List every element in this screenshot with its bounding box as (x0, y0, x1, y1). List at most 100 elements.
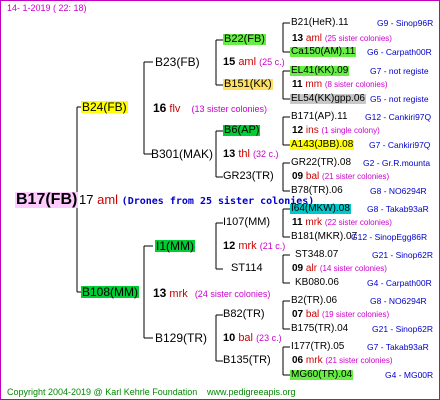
gen3-summary-2: 11 mm (8 sister colonies) (292, 80, 388, 90)
gen3-summary-5: 11 mrk (22 sister colonies) (292, 218, 392, 228)
gen4-queen-12: KB080.06 (295, 277, 339, 288)
gen2-note-2: (32 c.) (253, 149, 279, 159)
root-num: 17 (79, 192, 94, 207)
root-code: aml (97, 192, 119, 207)
gen3-code-2: mm (305, 79, 323, 90)
gen4-queen-14: B175(TR).04 (291, 323, 349, 334)
gen3-num-1: 13 (292, 33, 304, 44)
gen3-summary-6: 09 alr (14 sister colonies) (292, 264, 387, 274)
gen4-info-2: G6 - Carpath00R (367, 47, 432, 57)
gen4-queen-4: EL54(KK)gpp.06 (290, 93, 366, 104)
gen4-queen-13: B2(TR).06 (291, 295, 338, 306)
gen3-queen-2: B151(KK) (223, 78, 273, 90)
gen2-summary-3: 12 mrk (21 c.) (223, 241, 285, 252)
gen4-info-14: G21 - Sinop62R (372, 324, 433, 334)
gen3-code-7: bal (305, 309, 320, 320)
gen4-queen-5: B171(AP).11 (291, 111, 348, 122)
gen3-code-1: aml (305, 33, 323, 44)
gen2-num-2: 13 (223, 148, 236, 160)
gen4-info-16: G4 - MG00R (385, 370, 434, 380)
gen3-queen-5: I107(MM) (223, 216, 271, 228)
gen2-queen-2: B301(MAK) (151, 147, 214, 161)
gen1-sire-note: (13 sister colonies) (191, 104, 268, 114)
root-queen: B17(FB) (15, 191, 79, 208)
gen1-sire-summary: 16 flv (13 sister colonies) (153, 102, 267, 115)
gen1-dam-num: 13 (153, 286, 167, 300)
gen4-info-10: G12 - SinopEgg86R (351, 232, 428, 242)
gen4-info-4: G5 - not registe (370, 94, 429, 104)
gen3-num-3: 12 (292, 125, 304, 136)
gen4-info-13: G8 - NO6294R (370, 296, 427, 306)
gen1-dam-note: (24 sister colonies) (194, 289, 271, 299)
gen2-queen-1: B23(FB) (155, 55, 200, 69)
gen3-queen-4: GR23(TR) (223, 170, 274, 182)
gen3-summary-4: 09 bal (21 sister colonies) (292, 172, 389, 182)
gen2-summary-1: 15 aml (25 c.) (223, 57, 285, 68)
gen4-info-1: G9 - Sinop96R (377, 18, 434, 28)
gen3-summary-3: 12 ins (1 single colony) (292, 126, 380, 136)
gen1-dam-summary: 13 mrk (24 sister colonies) (153, 287, 270, 300)
copyright-text: Copyright 2004-2019 @ Karl Kehrle Founda… (7, 387, 198, 397)
gen3-code-4: bal (305, 171, 320, 182)
generated-date: 14- 1-2019 ( 22: 18) (7, 3, 87, 13)
gen2-num-4: 10 (223, 332, 236, 344)
gen4-info-5: G12 - Cankiri97Q (365, 112, 432, 122)
gen3-note-5: (22 sister colonies) (324, 218, 392, 227)
gen3-queen-6: ST114 (231, 262, 263, 274)
gen2-code-4: bal (238, 332, 253, 344)
gen4-queen-3: EL41(KK).09 (290, 65, 350, 76)
gen2-queen-3: I1(MM) (155, 239, 195, 253)
gen3-note-7: (19 sister colonies) (322, 310, 390, 319)
gen4-info-9: G8 - Takab93aR (367, 204, 429, 214)
gen2-code-3: mrk (238, 240, 257, 252)
gen2-note-1: (25 c.) (259, 57, 285, 67)
gen2-code-2: thl (238, 148, 250, 160)
gen4-queen-11: ST348.07 (295, 249, 339, 260)
gen2-code-1: aml (238, 56, 257, 68)
gen4-queen-6: A143(JBB).08 (290, 139, 355, 150)
gen3-summary-8: 06 mrk (21 sister colonies) (292, 356, 393, 366)
gen3-queen-7: B82(TR) (223, 308, 265, 320)
gen3-num-4: 09 (292, 171, 304, 182)
gen4-queen-7: GR22(TR).08 (291, 157, 352, 168)
gen2-num-1: 15 (223, 56, 236, 68)
gen4-queen-10: B181(MKR).07 (291, 231, 358, 242)
root-summary: 17 aml (Drones from 25 sister colonies) (79, 193, 314, 207)
gen4-info-6: G7 - Cankiri97Q (369, 140, 431, 150)
gen3-code-3: ins (305, 125, 319, 136)
gen3-queen-3: B6(AP) (223, 124, 261, 136)
gen3-note-3: (1 single colony) (321, 126, 380, 135)
gen3-code-5: mrk (305, 217, 323, 228)
gen3-num-6: 09 (292, 263, 304, 274)
gen4-info-11: G21 - Sinop62R (372, 250, 433, 260)
gen4-queen-15: I177(TR).05 (291, 341, 345, 352)
gen4-info-7: G2 - Gr.R.mounta (363, 158, 431, 168)
gen1-sire-code: flv (169, 103, 181, 115)
gen2-summary-4: 10 bal (23 c.) (223, 333, 282, 344)
gen4-info-3: G7 - not registe (370, 66, 429, 76)
gen2-queen-4: B129(TR) (155, 331, 208, 345)
gen2-num-3: 12 (223, 240, 236, 252)
gen3-note-1: (25 sister colonies) (324, 34, 392, 43)
gen3-summary-7: 07 bal (19 sister colonies) (292, 310, 389, 320)
gen3-summary-1: 13 aml (25 sister colonies) (292, 34, 392, 44)
gen3-num-2: 11 (292, 79, 303, 90)
gen3-note-4: (21 sister colonies) (322, 172, 390, 181)
gen4-info-8: G8 - NO6294R (370, 186, 427, 196)
gen3-queen-1: B22(FB) (223, 33, 266, 45)
gen3-note-6: (14 sister colonies) (319, 264, 387, 273)
pedigree-frame: { "header": {"date": "14- 1-2019 ( 22: 1… (0, 0, 440, 400)
gen1-dam-queen: B108(MM) (81, 285, 140, 299)
gen1-sire-num: 16 (153, 101, 167, 115)
gen4-queen-16: MG60(TR).04 (290, 369, 354, 380)
gen3-note-2: (8 sister colonies) (324, 80, 388, 89)
gen1-dam-code: mrk (169, 288, 188, 300)
site-url: www.pedigreeapis.org (207, 387, 296, 397)
gen1-sire-queen: B24(FB) (81, 100, 128, 114)
gen4-queen-9: I64(MKW).08 (290, 203, 351, 214)
root-note: (Drones from 25 sister colonies) (121, 196, 315, 207)
gen2-summary-2: 13 thl (32 c.) (223, 149, 279, 160)
gen3-num-8: 06 (292, 355, 304, 366)
gen2-note-3: (21 c.) (259, 241, 286, 251)
gen3-note-8: (21 sister colonies) (325, 356, 393, 365)
